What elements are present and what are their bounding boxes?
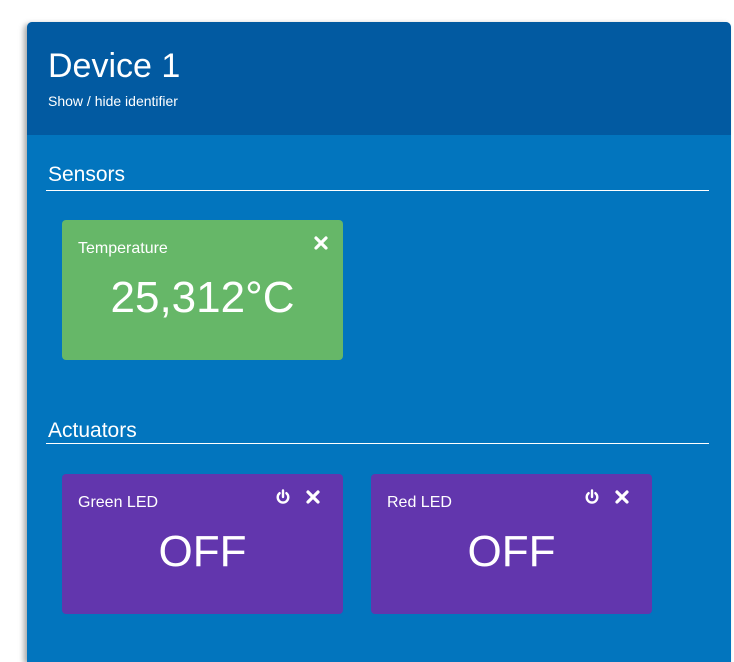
actuator-tile-green-led: Green LED OFF — [62, 474, 343, 614]
sensors-section-title: Sensors — [48, 163, 126, 186]
actuator-label: Green LED — [78, 494, 159, 511]
power-icon[interactable] — [274, 488, 292, 506]
close-icon[interactable] — [312, 234, 330, 252]
close-icon[interactable] — [304, 488, 322, 506]
toggle-identifier-link[interactable]: Show / hide identifier — [48, 92, 178, 110]
actuators-section-title: Actuators — [48, 419, 137, 442]
actuator-state: OFF — [467, 527, 556, 576]
sensors-divider — [46, 190, 709, 191]
actuator-label: Red LED — [387, 494, 452, 511]
device-header: Device 1 Show / hide identifier — [27, 22, 731, 135]
power-icon[interactable] — [583, 488, 601, 506]
device-title: Device 1 — [48, 47, 181, 85]
sensor-value: 25,312°C — [110, 273, 295, 322]
close-icon[interactable] — [613, 488, 631, 506]
sensor-label: Temperature — [78, 240, 168, 257]
sensor-tile-temperature: Temperature 25,312°C — [62, 220, 343, 360]
actuator-tile-red-led: Red LED OFF — [371, 474, 652, 614]
device-card: Device 1 Show / hide identifier Sensors … — [27, 22, 731, 662]
actuators-divider — [46, 443, 709, 444]
actuator-state: OFF — [158, 527, 247, 576]
